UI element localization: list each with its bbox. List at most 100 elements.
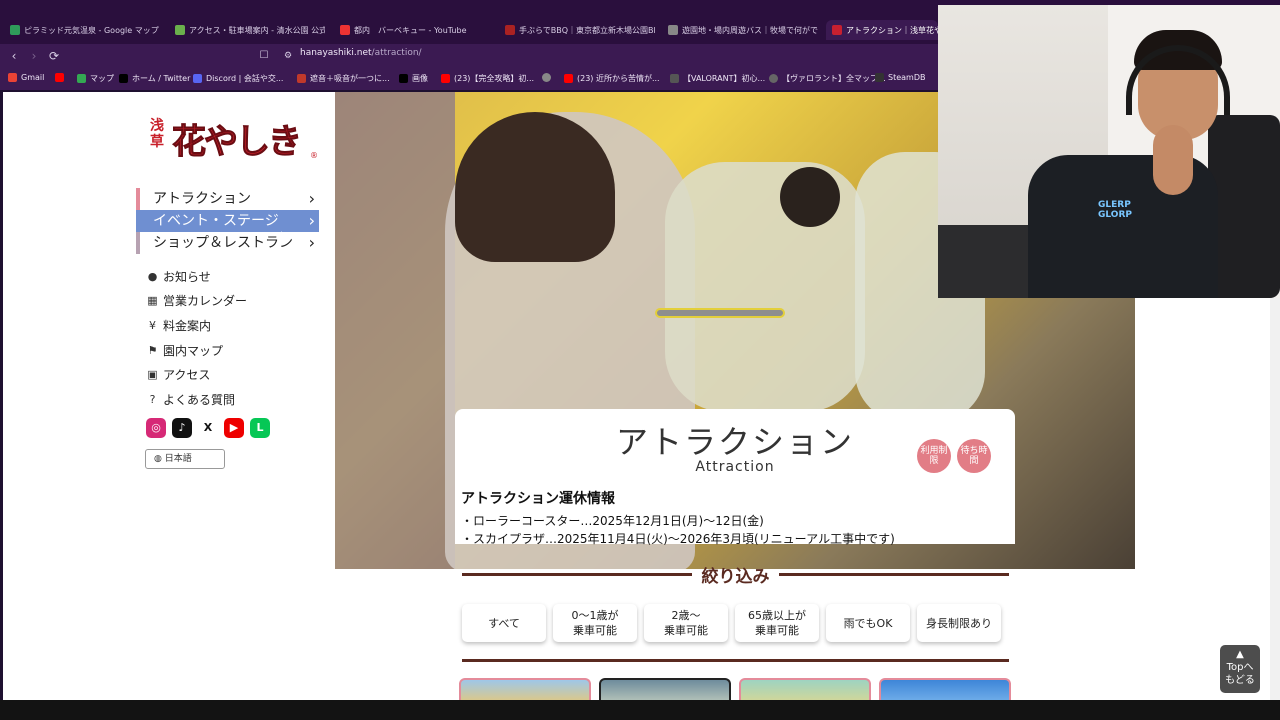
globe-icon: ◍ <box>154 454 165 464</box>
bookmark-images[interactable]: 画像 <box>399 73 428 84</box>
logo-main-text: 花やしき <box>172 122 303 163</box>
webcam-person-arm <box>1153 125 1193 195</box>
logo-registered-mark: ® <box>310 151 318 160</box>
bookmark-icon[interactable]: ☐ <box>256 48 272 64</box>
steamdb-icon <box>875 73 884 82</box>
hero-head-shape <box>780 167 840 227</box>
closure-notice: アトラクション運休情報 ・ローラーコースター…2025年12月1日(月)〜12日… <box>461 488 895 548</box>
hero-bar-shape <box>655 308 785 318</box>
usage-restriction-badge[interactable]: 利用制限 <box>917 439 951 473</box>
map-icon: ⚑ <box>147 343 158 357</box>
back-button[interactable]: ‹ <box>6 48 22 64</box>
tab-favicon-icon <box>832 25 842 35</box>
filter-age-2-button[interactable]: 2歳〜 乗車可能 <box>644 604 728 642</box>
nav-item-event-stage[interactable]: イベント・ステージ › <box>136 210 319 232</box>
address-bar[interactable]: hanayashiki.net/attraction/ <box>300 48 422 58</box>
chevron-right-icon: › <box>308 211 315 230</box>
x-icon <box>119 74 128 83</box>
main-nav: アトラクション › イベント・ステージ › ショップ＆レストラン › <box>136 188 319 254</box>
sub-nav-access[interactable]: ▣ アクセス <box>146 362 247 387</box>
chevron-right-icon: › <box>308 189 315 208</box>
filter-height-limit-button[interactable]: 身長制限あり <box>917 604 1001 642</box>
youtube-icon <box>340 25 350 35</box>
bookmark-gmail[interactable]: Gmail <box>8 73 44 82</box>
attraction-card[interactable] <box>599 678 731 700</box>
reload-button[interactable]: ⟳ <box>46 48 62 64</box>
site-info-icon[interactable]: ⚙ <box>280 48 296 64</box>
arrow-up-icon: ▲ <box>1236 649 1244 660</box>
tab-favicon-icon <box>505 25 515 35</box>
youtube-icon <box>441 74 450 83</box>
sub-nav-pricing[interactable]: ¥ 料金案内 <box>146 313 247 338</box>
attraction-card[interactable] <box>459 678 591 700</box>
bookmark-youtube-video[interactable]: (23)【完全攻略】初... <box>441 73 534 84</box>
bookmark-youtube-video[interactable]: (23) 近所から苦情が... <box>564 73 660 84</box>
bookmark-youtube[interactable] <box>55 73 64 82</box>
filter-age-0-1-button[interactable]: 0〜1歳が 乗車可能 <box>553 604 637 642</box>
divider <box>462 659 1009 662</box>
filter-rain-ok-button[interactable]: 雨でもOK <box>826 604 910 642</box>
attraction-cards <box>459 678 1011 700</box>
webcam-shirt-text: GLERP GLORP <box>1098 200 1132 220</box>
x-icon <box>399 74 408 83</box>
chevron-right-icon: › <box>308 233 315 252</box>
sub-nav-map[interactable]: ⚑ 園内マップ <box>146 338 247 363</box>
filter-age-65-button[interactable]: 65歳以上が 乗車可能 <box>735 604 819 642</box>
x-icon[interactable]: X <box>198 418 218 438</box>
back-to-top-button[interactable]: ▲ Topへ もどる <box>1220 645 1260 693</box>
browser-tab[interactable]: ピラミッド元気温泉 - Google マップ <box>10 20 160 40</box>
filter-all-button[interactable]: すべて <box>462 604 546 642</box>
attraction-card[interactable] <box>879 678 1011 700</box>
browser-tab-active[interactable]: アトラクション｜浅草花やしき <box>826 20 938 40</box>
tiktok-icon[interactable]: ♪ <box>172 418 192 438</box>
bookmark-globe[interactable] <box>542 73 551 82</box>
language-select[interactable]: ◍ 日本語 <box>145 449 225 469</box>
bookmark-soundproof[interactable]: 遮音＋吸音が一つに... <box>297 73 390 84</box>
instagram-icon[interactable]: ◎ <box>146 418 166 438</box>
nav-item-attraction[interactable]: アトラクション › <box>136 188 319 210</box>
globe-icon <box>542 73 551 82</box>
bookmark-twitter[interactable]: ホーム / Twitter <box>119 73 190 84</box>
notice-line: ・スカイプラザ…2025年11月4日(火)〜2026年3月頃(リニューアル工事中… <box>461 532 895 546</box>
forward-button[interactable]: › <box>26 48 42 64</box>
sub-nav-news[interactable]: ● お知らせ <box>146 264 247 289</box>
bookmark-maps[interactable]: マップ <box>77 73 114 84</box>
browser-tab[interactable]: 遊園地・場内周遊バス｜牧場で何ができ <box>668 20 818 40</box>
wait-time-badge[interactable]: 待ち時間 <box>957 439 991 473</box>
youtube-icon <box>55 73 64 82</box>
calendar-icon: ▦ <box>147 294 158 308</box>
sub-nav-calendar[interactable]: ▦ 営業カレンダー <box>146 289 247 314</box>
discord-icon <box>193 74 202 83</box>
bookmark-favicon-icon <box>670 74 679 83</box>
yen-icon: ¥ <box>149 318 156 332</box>
webcam-chair <box>1208 115 1280 298</box>
site-logo[interactable]: 浅草 花やしき ® <box>148 114 318 164</box>
filter-heading: 絞り込み <box>701 567 770 587</box>
hero-bg-shape <box>335 92 455 569</box>
browser-tab[interactable]: 手ぶらでBBQ｜東京都立新木場公園BB <box>505 20 655 40</box>
gmail-icon <box>8 73 17 82</box>
bookmark-valorant-map[interactable]: 【ヴァロラント】全マップ... <box>769 73 886 84</box>
help-icon: ? <box>149 392 156 406</box>
bottom-strip <box>0 700 1280 720</box>
bookmark-favicon-icon <box>297 74 306 83</box>
bookmark-discord[interactable]: Discord | 会話や交... <box>193 73 283 84</box>
browser-tab[interactable]: アクセス・駐車場案内 - 清水公園 公式 <box>175 20 325 40</box>
bookmark-steamdb[interactable]: SteamDB <box>875 73 925 82</box>
back-to-top-label: Topへ もどる <box>1225 662 1255 686</box>
social-links: ◎ ♪ X ▶ L <box>146 418 270 438</box>
bookmark-valorant[interactable]: 【VALORANT】初心... <box>670 73 765 84</box>
chat-icon: ● <box>147 269 158 283</box>
tab-favicon-icon <box>668 25 678 35</box>
line-icon[interactable]: L <box>250 418 270 438</box>
sub-nav-faq[interactable]: ? よくある質問 <box>146 387 247 412</box>
youtube-icon[interactable]: ▶ <box>224 418 244 438</box>
tab-favicon-icon <box>175 25 185 35</box>
train-icon: ▣ <box>147 368 158 382</box>
attraction-card[interactable] <box>739 678 871 700</box>
browser-tab[interactable]: 都内 バーベキュー - YouTube <box>340 20 490 40</box>
bookmark-favicon-icon <box>769 74 778 83</box>
webcam-overlay: GLERP GLORP <box>938 5 1280 298</box>
maps-icon <box>77 74 86 83</box>
nav-item-shop-restaurant[interactable]: ショップ＆レストラン › <box>136 232 319 254</box>
